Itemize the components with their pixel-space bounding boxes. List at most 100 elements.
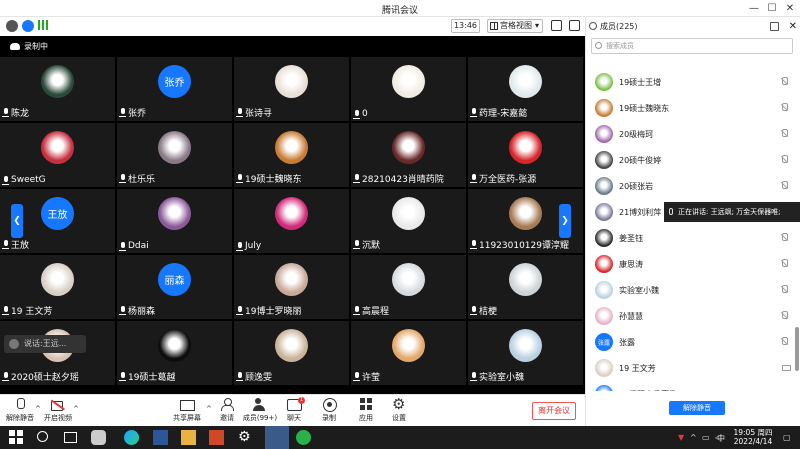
participant-tile[interactable]: Ddai bbox=[117, 189, 232, 253]
settings-gear-icon[interactable]: ⚙ bbox=[238, 430, 253, 445]
participant-tile[interactable]: 药理-宋嘉懿 bbox=[468, 57, 583, 121]
windows-start-icon[interactable] bbox=[9, 430, 24, 445]
member-list-item[interactable]: 20级硕士侯嘉鹏 bbox=[586, 381, 800, 391]
participant-tile[interactable]: 19硕士葛越 bbox=[117, 321, 232, 385]
muted-mic-icon[interactable] bbox=[780, 103, 788, 113]
unmute-all-button[interactable]: 解除静音 bbox=[669, 401, 725, 415]
microphone-icon bbox=[669, 208, 673, 215]
member-list-item[interactable]: 20级梅珂 bbox=[586, 121, 800, 147]
participant-name-text: 19 王文芳 bbox=[11, 307, 53, 317]
close-panel-icon[interactable]: ✕ bbox=[789, 17, 797, 36]
participant-name-text: SweetG bbox=[11, 175, 46, 185]
member-name: 张露 bbox=[619, 338, 635, 347]
chat-button[interactable]: 1 聊天 bbox=[274, 397, 314, 423]
maximize-button[interactable]: ☐ bbox=[763, 1, 781, 16]
camera-icon[interactable] bbox=[782, 365, 791, 371]
start-video-button[interactable]: 开启视频 bbox=[38, 398, 78, 423]
task-view-icon[interactable] bbox=[64, 432, 77, 443]
participant-tile[interactable]: 陈龙 bbox=[0, 57, 115, 121]
security-shield-icon[interactable] bbox=[22, 20, 34, 32]
close-button[interactable]: ✕ bbox=[781, 1, 799, 16]
tray-chevron-icon[interactable]: ^ bbox=[690, 433, 697, 442]
wechat-icon[interactable] bbox=[296, 430, 311, 445]
muted-mic-icon[interactable] bbox=[780, 285, 788, 295]
popout-icon[interactable] bbox=[770, 22, 779, 31]
member-list-item[interactable]: 19硕士王增 bbox=[586, 69, 800, 95]
participant-tile[interactable]: 实验室小魏 bbox=[468, 321, 583, 385]
system-clock[interactable]: 19:05 周四 2022/4/14 bbox=[730, 428, 776, 446]
powerpoint-icon[interactable] bbox=[209, 430, 224, 445]
participant-name-text: 张诗寻 bbox=[245, 109, 273, 119]
search-icon[interactable] bbox=[37, 431, 48, 442]
unmute-button[interactable]: 解除静音 bbox=[0, 398, 40, 423]
participant-tile[interactable]: 2020硕士赵夕瑶 bbox=[0, 321, 115, 385]
participant-tile[interactable]: 丽森 杨丽森 bbox=[117, 255, 232, 319]
fullscreen-icon[interactable] bbox=[551, 20, 562, 31]
participant-name: 19博士罗晓丽 bbox=[236, 304, 301, 317]
member-list-item[interactable]: 19 王文芳 bbox=[586, 355, 800, 381]
member-list-item[interactable]: 孙慧慧 bbox=[586, 303, 800, 329]
member-list-item[interactable]: 康思涛 bbox=[586, 251, 800, 277]
microphone-icon bbox=[353, 174, 360, 183]
member-list-item[interactable]: 姜圣钰 bbox=[586, 225, 800, 251]
minimize-button[interactable]: — bbox=[745, 1, 763, 16]
participant-tile[interactable]: 19硕士魏晓东 bbox=[234, 123, 349, 187]
member-list-scrollbar[interactable] bbox=[795, 327, 799, 371]
participant-tile[interactable]: 19博士罗晓丽 bbox=[234, 255, 349, 319]
notification-icon[interactable]: ▢ bbox=[783, 433, 791, 442]
muted-mic-icon[interactable] bbox=[780, 311, 788, 321]
participant-avatar bbox=[509, 329, 542, 362]
speaking-indicator[interactable]: 说话:王远... bbox=[4, 335, 86, 353]
member-list-item[interactable]: 20硕牛俊婷 bbox=[586, 147, 800, 173]
record-button[interactable]: 录制 bbox=[309, 398, 349, 423]
app-icon[interactable] bbox=[91, 430, 106, 445]
muted-mic-icon[interactable] bbox=[780, 259, 788, 269]
ime-indicator[interactable]: 中 bbox=[717, 433, 725, 444]
word-icon[interactable] bbox=[153, 430, 168, 445]
sidebar-toggle-icon[interactable] bbox=[569, 20, 580, 31]
participant-tile[interactable]: 杜乐乐 bbox=[117, 123, 232, 187]
member-list-item[interactable]: 20硕张岩 bbox=[586, 173, 800, 199]
signal-icon[interactable] bbox=[38, 20, 48, 30]
participant-avatar bbox=[275, 329, 308, 362]
participant-tile[interactable]: 19 王文芳 bbox=[0, 255, 115, 319]
participant-tile[interactable]: 高晨程 bbox=[351, 255, 466, 319]
muted-mic-icon[interactable] bbox=[780, 77, 788, 87]
participant-tile[interactable]: 28210423肖晴药院 bbox=[351, 123, 466, 187]
participant-tile[interactable]: 0 bbox=[351, 57, 466, 121]
participant-tile[interactable]: 许莹 bbox=[351, 321, 466, 385]
participant-tile[interactable]: July bbox=[234, 189, 349, 253]
muted-mic-icon[interactable] bbox=[780, 337, 788, 347]
participant-tile[interactable]: SweetG bbox=[0, 123, 115, 187]
participant-name: 杜乐乐 bbox=[119, 172, 155, 185]
participant-tile[interactable]: 沉默 bbox=[351, 189, 466, 253]
settings-button[interactable]: 设置 bbox=[379, 395, 419, 423]
muted-mic-icon[interactable] bbox=[780, 155, 788, 165]
muted-mic-icon[interactable] bbox=[780, 233, 788, 243]
participant-tile[interactable]: 顾逸雯 bbox=[234, 321, 349, 385]
participant-tile[interactable]: 张诗寻 bbox=[234, 57, 349, 121]
participant-tile[interactable]: 张乔 张乔 bbox=[117, 57, 232, 121]
member-search-input[interactable]: 搜索成员 bbox=[591, 38, 793, 54]
tray-app-icon[interactable]: ▼ bbox=[678, 433, 684, 442]
member-list-item[interactable]: 19硕士魏晓东 bbox=[586, 95, 800, 121]
participant-name-text: 张乔 bbox=[128, 109, 147, 119]
muted-mic-icon[interactable] bbox=[780, 181, 788, 191]
prev-page-button[interactable]: ❮ bbox=[11, 204, 23, 238]
participant-avatar bbox=[392, 329, 425, 362]
info-icon[interactable] bbox=[6, 20, 18, 32]
network-icon[interactable]: ▭ bbox=[702, 433, 710, 442]
file-explorer-icon[interactable] bbox=[181, 430, 196, 445]
next-page-button[interactable]: ❯ bbox=[559, 204, 571, 238]
tencent-meeting-app-icon[interactable] bbox=[265, 426, 289, 449]
member-list-item[interactable]: 实验室小魏 bbox=[586, 277, 800, 303]
share-screen-button[interactable]: 共享屏幕 bbox=[167, 398, 207, 423]
member-list-item[interactable]: 张露 张露 bbox=[586, 329, 800, 355]
view-mode-select[interactable]: 宫格视图 ▾ bbox=[487, 19, 543, 33]
muted-mic-icon[interactable] bbox=[780, 129, 788, 139]
video-options-caret-icon[interactable]: ^ bbox=[73, 405, 79, 413]
edge-browser-icon[interactable] bbox=[124, 430, 139, 445]
participant-tile[interactable]: 桔梗 bbox=[468, 255, 583, 319]
leave-meeting-button[interactable]: 离开会议 bbox=[532, 402, 576, 420]
participant-tile[interactable]: 万全医药-张源 bbox=[468, 123, 583, 187]
